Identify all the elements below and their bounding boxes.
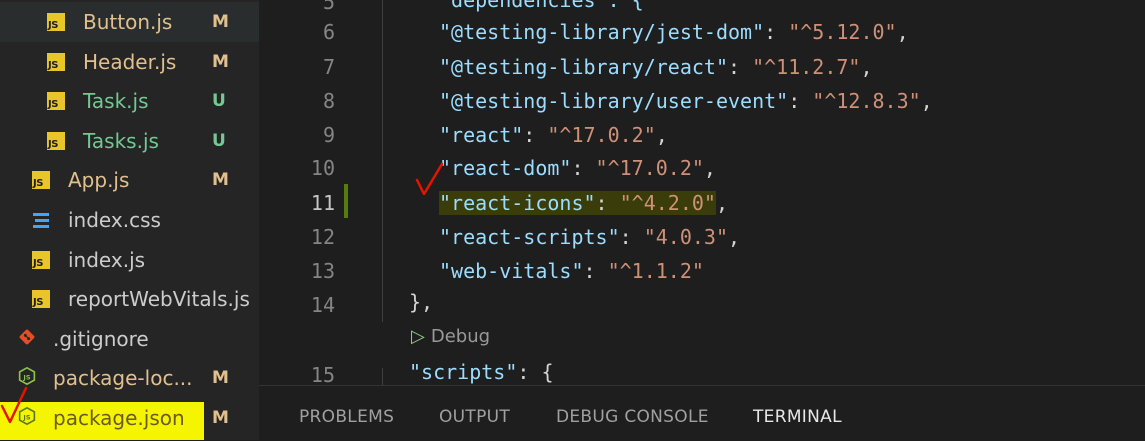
line-number: 13 <box>310 259 335 283</box>
git-icon <box>19 329 35 345</box>
file-name: Header.js <box>83 50 177 74</box>
file-item-reportwebvitals-js[interactable]: JS reportWebVitals.js <box>0 279 259 319</box>
code-line: "@testing-library/react": "^11.2.7", <box>439 55 873 79</box>
modified-badge: M <box>212 12 229 32</box>
file-item-gitignore[interactable]: .gitignore <box>0 319 259 359</box>
code-line: "web-vitals": "^1.1.2" <box>439 259 704 283</box>
file-name: App.js <box>68 168 130 192</box>
untracked-badge: U <box>212 91 226 111</box>
file-item-tasks-js[interactable]: JS Tasks.js U <box>0 121 259 161</box>
line-number: 10 <box>310 156 335 180</box>
indent-guide <box>382 0 383 322</box>
svg-text:JS: JS <box>22 373 30 381</box>
code-line: "@testing-library/jest-dom": "^5.12.0", <box>439 20 909 44</box>
js-file-icon: JS <box>47 132 65 150</box>
js-file-icon: JS <box>47 53 65 71</box>
play-icon: ▷ <box>411 326 425 347</box>
line-number: 7 <box>322 55 335 79</box>
file-item-task-js[interactable]: JS Task.js U <box>0 81 259 121</box>
code-line: "react": "^17.0.2", <box>439 123 668 147</box>
debug-codelens[interactable]: ▷ Debug <box>411 326 490 348</box>
file-name: .gitignore <box>53 327 149 351</box>
line-number: 9 <box>322 123 335 147</box>
line-number: 15 <box>310 363 335 385</box>
file-name: index.js <box>68 248 146 272</box>
js-file-icon: JS <box>32 171 50 189</box>
js-file-icon: JS <box>32 290 50 308</box>
file-item-index-css[interactable]: index.css <box>0 200 259 240</box>
line-number: 5 <box>322 0 335 14</box>
file-item-package-json[interactable]: JS package.json M <box>0 398 259 440</box>
file-name: package-loc... <box>53 366 193 390</box>
code-line: }, <box>409 290 434 314</box>
indent-guide <box>382 368 383 385</box>
file-name: Task.js <box>83 89 149 113</box>
file-name: index.css <box>68 208 161 232</box>
modified-badge: M <box>212 408 229 428</box>
git-gutter-added-marker <box>344 184 348 218</box>
code-line: "react-scripts": "4.0.3", <box>439 225 741 249</box>
line-number: 14 <box>310 293 335 317</box>
file-item-package-lock[interactable]: JS package-loc... M <box>0 358 259 398</box>
code-line: "scripts": { <box>409 360 554 384</box>
code-line-partial: "dependencies": { <box>439 0 644 12</box>
line-number: 12 <box>310 225 335 249</box>
nodejs-icon: JS <box>18 367 36 385</box>
file-item-index-js[interactable]: JS index.js <box>0 240 259 280</box>
css-file-icon <box>33 213 49 228</box>
explorer-sidebar: JS Button.js M JS Header.js M JS Task.js… <box>0 0 259 440</box>
red-checkmark-annotation <box>415 162 444 196</box>
modified-badge: M <box>212 52 229 72</box>
file-name: Tasks.js <box>83 129 159 153</box>
tab-debug-console[interactable]: DEBUG CONSOLE <box>556 406 709 428</box>
modified-badge: M <box>212 368 229 388</box>
line-number: 6 <box>322 20 335 44</box>
tab-problems[interactable]: PROBLEMS <box>299 406 394 428</box>
modified-badge: M <box>212 170 229 190</box>
file-item-header-js[interactable]: JS Header.js M <box>0 42 259 82</box>
red-checkmark-annotation <box>0 386 28 424</box>
file-name: package.json <box>53 406 185 430</box>
js-file-icon: JS <box>47 92 65 110</box>
code-line: "react-dom": "^17.0.2", <box>439 156 716 180</box>
untracked-badge: U <box>212 131 226 151</box>
file-name: Button.js <box>83 10 173 34</box>
js-file-icon: JS <box>47 13 65 31</box>
code-line-highlighted: "react-icons": "^4.2.0", <box>439 191 729 215</box>
code-editor[interactable]: 5 "dependencies": { 6 "@testing-library/… <box>259 0 1145 385</box>
line-number: 11 <box>310 191 335 215</box>
tab-output[interactable]: OUTPUT <box>439 406 510 428</box>
file-item-button-js[interactable]: JS Button.js M <box>0 2 259 42</box>
tab-terminal[interactable]: TERMINAL <box>753 406 842 428</box>
file-item-app-js[interactable]: JS App.js M <box>0 160 259 200</box>
line-number: 8 <box>322 89 335 113</box>
file-name: reportWebVitals.js <box>68 287 250 311</box>
js-file-icon: JS <box>32 251 50 269</box>
panel-tabs: PROBLEMS OUTPUT DEBUG CONSOLE TERMINAL <box>259 385 1145 441</box>
code-line: "@testing-library/user-event": "^12.8.3"… <box>439 89 933 113</box>
